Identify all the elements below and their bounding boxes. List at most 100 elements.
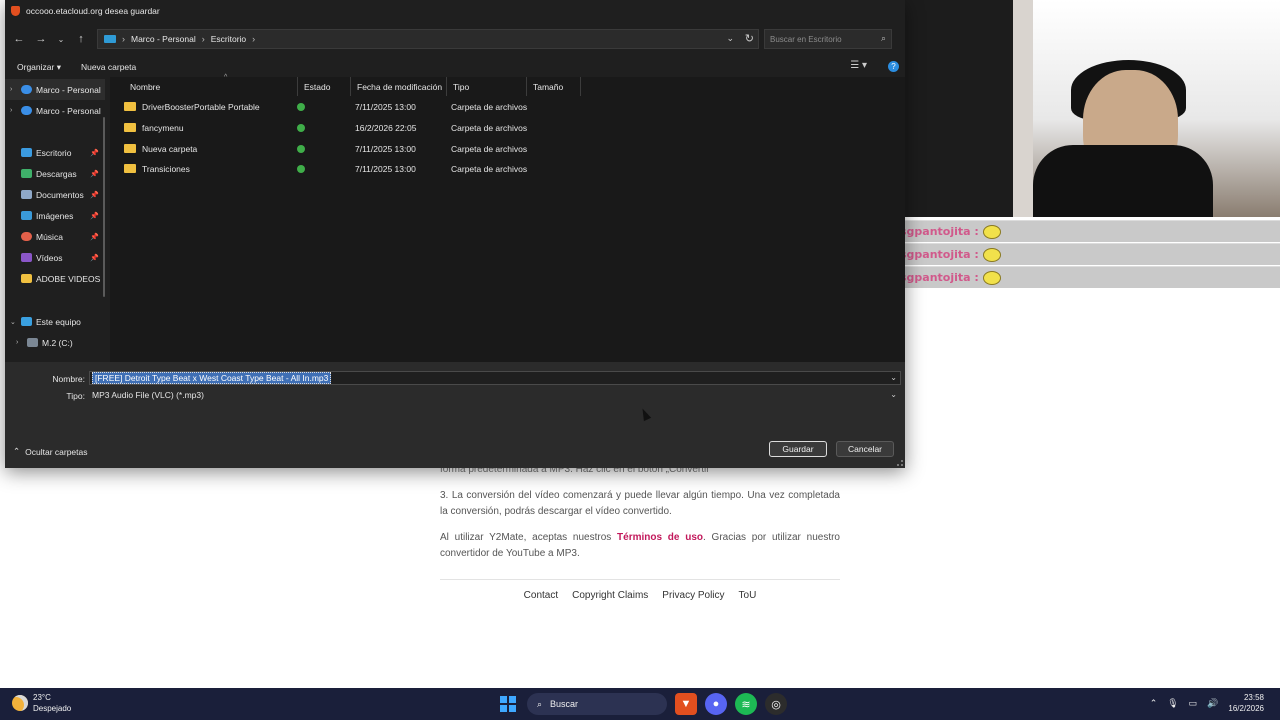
nav-item-imagenes[interactable]: Imágenes 📌: [5, 205, 105, 226]
nav-item-onedrive-2[interactable]: › Marco - Personal: [5, 100, 105, 121]
nav-item-musica[interactable]: Música 📌: [5, 226, 105, 247]
file-type: Carpeta de archivos: [451, 144, 528, 154]
new-folder-button[interactable]: Nueva carpeta: [81, 62, 136, 72]
cancel-button[interactable]: Cancelar: [836, 441, 894, 457]
chat-message: sgpantojita :: [898, 266, 1280, 288]
file-row[interactable]: Transiciones 7/11/2025 13:00 Carpeta de …: [110, 159, 580, 179]
file-row[interactable]: fancymenu 16/2/2026 22:05 Carpeta de arc…: [110, 118, 580, 138]
chat-username: sgpantojita :: [900, 225, 979, 238]
nav-item-este-equipo[interactable]: ⌄ Este equipo: [5, 311, 105, 332]
breadcrumb-escritorio[interactable]: Escritorio: [211, 34, 246, 44]
filename-input[interactable]: [FREE] Detroit Type Beat x West Coast Ty…: [89, 371, 901, 385]
breadcrumb-separator-icon[interactable]: ›: [202, 34, 205, 44]
navigation-pane: › Marco - Personal › Marco - Personal Es…: [5, 77, 109, 362]
navigation-bar: ← → ⌄ ↑ › Marco - Personal › Escritorio …: [5, 27, 905, 51]
column-header-nombre[interactable]: Nombre ^: [124, 74, 298, 96]
column-label: Fecha de modificación: [357, 81, 443, 92]
up-arrow-icon[interactable]: ↑: [70, 28, 92, 50]
clock-date: 16/2/2026: [1228, 704, 1264, 713]
save-button[interactable]: Guardar: [769, 441, 827, 457]
spotify-icon[interactable]: ≋: [735, 693, 757, 715]
column-header-fecha[interactable]: Fecha de modificación: [351, 77, 447, 96]
folder-search-input[interactable]: Buscar en Escritorio ⌕: [764, 29, 892, 49]
dialog-titlebar[interactable]: occooo.etacloud.org desea guardar: [5, 0, 905, 22]
pin-icon[interactable]: 📌: [90, 254, 99, 262]
nav-item-adobe-videos[interactable]: ADOBE VIDEOS: [5, 268, 105, 289]
pin-icon[interactable]: 📌: [90, 233, 99, 241]
taskbar: 23°C Despejado ⌕ Buscar ▼ ● ≋ ◎ ⌃ 🎙 ▭ 🔊 …: [0, 688, 1280, 720]
breadcrumb-marco-personal[interactable]: Marco - Personal: [131, 34, 196, 44]
footer-link-privacy[interactable]: Privacy Policy: [662, 590, 724, 601]
microphone-icon[interactable]: 🎙: [1167, 698, 1178, 709]
sync-status-icon: [297, 124, 305, 132]
view-options-icon[interactable]: ☰ ▾: [850, 60, 867, 71]
download-icon: [21, 169, 32, 178]
pin-icon[interactable]: 📌: [90, 170, 99, 178]
terms-link[interactable]: Términos de uso: [617, 532, 703, 543]
instructions: forma predeterminada a MP3. Haz clic en …: [440, 462, 840, 572]
footer-divider: [440, 579, 840, 580]
videos-icon: [21, 253, 32, 262]
nav-scrollbar[interactable]: [103, 117, 105, 297]
discord-icon[interactable]: ●: [705, 693, 727, 715]
emote-icon: [982, 247, 1001, 262]
weather-temp: 23°C: [33, 693, 51, 702]
expand-chevron-icon[interactable]: ›: [10, 86, 21, 93]
nav-item-descargas[interactable]: Descargas 📌: [5, 163, 105, 184]
obs-icon[interactable]: ◎: [765, 693, 787, 715]
nav-item-escritorio[interactable]: Escritorio 📌: [5, 142, 105, 163]
file-row[interactable]: Nueva carpeta 7/11/2025 13:00 Carpeta de…: [110, 139, 580, 159]
nav-item-videos[interactable]: Vídeos 📌: [5, 247, 105, 268]
filetype-dropdown-icon[interactable]: ⌄: [890, 389, 897, 401]
volume-icon[interactable]: 🔊: [1207, 698, 1218, 709]
breadcrumb-separator-icon[interactable]: ›: [122, 34, 125, 44]
refresh-icon[interactable]: ↻: [745, 32, 754, 45]
organize-button[interactable]: Organizar ▾: [17, 62, 61, 73]
pin-icon[interactable]: 📌: [90, 149, 99, 157]
file-row[interactable]: DriverBoosterPortable Portable 7/11/2025…: [110, 97, 580, 117]
breadcrumb-separator-icon[interactable]: ›: [252, 34, 255, 44]
collapse-chevron-icon[interactable]: ⌄: [10, 318, 21, 326]
recent-chevron-icon[interactable]: ⌄: [52, 28, 70, 50]
clock[interactable]: 23:58 16/2/2026: [1228, 692, 1264, 714]
filename-value: [FREE] Detroit Type Beat x West Coast Ty…: [92, 372, 332, 384]
webcam-background-shelf: [1013, 0, 1033, 217]
file-name: Transiciones: [142, 164, 190, 174]
nav-item-drive-c[interactable]: › M.2 (C:): [5, 332, 105, 353]
pin-icon[interactable]: 📌: [90, 212, 99, 220]
expand-chevron-icon[interactable]: ›: [16, 339, 27, 346]
brave-browser-icon[interactable]: ▼: [675, 693, 697, 715]
help-icon[interactable]: ?: [888, 61, 899, 72]
nav-item-label: M.2 (C:): [42, 337, 73, 348]
footer-link-copyright[interactable]: Copyright Claims: [572, 590, 648, 601]
weather-widget[interactable]: 23°C Despejado: [12, 692, 71, 714]
hide-folders-toggle[interactable]: ⌃ Ocultar carpetas: [13, 446, 88, 457]
start-button[interactable]: [497, 693, 519, 715]
taskbar-search[interactable]: ⌕ Buscar: [527, 693, 667, 715]
show-hidden-icons-chevron-icon[interactable]: ⌃: [1150, 698, 1158, 709]
location-icon: [104, 35, 116, 43]
streamer-shirt: [1033, 145, 1213, 217]
footer-link-tou[interactable]: ToU: [739, 590, 757, 601]
address-history-chevron-icon[interactable]: ⌄: [726, 33, 734, 44]
stream-chat: sgpantojita : sgpantojita : sgpantojita …: [898, 220, 1280, 289]
terms-text-before: Al utilizar Y2Mate, aceptas nuestros: [440, 532, 618, 543]
resize-grip-icon[interactable]: [897, 460, 903, 466]
expand-chevron-icon[interactable]: ›: [10, 107, 21, 114]
network-icon[interactable]: ▭: [1189, 698, 1198, 709]
column-label: Tipo: [453, 81, 470, 92]
nav-item-documentos[interactable]: Documentos 📌: [5, 184, 105, 205]
back-arrow-icon[interactable]: ←: [8, 28, 30, 50]
address-bar[interactable]: › Marco - Personal › Escritorio › ⌄ ↻: [97, 29, 759, 49]
filename-dropdown-icon[interactable]: ⌄: [890, 372, 897, 384]
pin-icon[interactable]: 📌: [90, 191, 99, 199]
column-header-estado[interactable]: Estado: [298, 77, 351, 96]
footer-link-contact[interactable]: Contact: [524, 590, 558, 601]
file-name: fancymenu: [142, 123, 184, 133]
filetype-select[interactable]: MP3 Audio File (VLC) (*.mp3) ⌄: [89, 388, 901, 402]
forward-arrow-icon[interactable]: →: [30, 28, 52, 50]
column-header-tamano[interactable]: Tamaño: [527, 77, 581, 96]
column-header-tipo[interactable]: Tipo: [447, 77, 527, 96]
nav-item-onedrive-1[interactable]: › Marco - Personal: [5, 79, 105, 100]
nav-item-label: Escritorio: [36, 147, 72, 158]
